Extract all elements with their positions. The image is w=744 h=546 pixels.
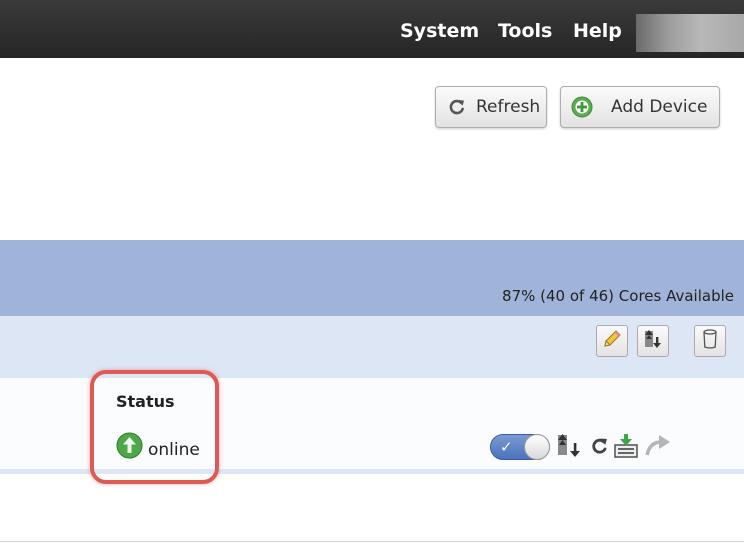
cores-available-text: 87% (40 of 46) Cores Available	[502, 287, 734, 305]
toggle-switch-icon[interactable]: ✓	[490, 434, 550, 460]
refresh-button[interactable]: Refresh	[435, 86, 547, 128]
add-device-button[interactable]: Add Device	[560, 86, 720, 128]
status-highlight-callout	[90, 370, 219, 484]
device-group-header: 87% (40 of 46) Cores Available	[0, 240, 744, 316]
top-menu-bar: System Tools Help	[0, 0, 744, 58]
pencil-icon	[601, 328, 623, 354]
reapply-icon[interactable]	[589, 433, 611, 463]
delete-button[interactable]	[694, 325, 726, 357]
upgrade-icon	[642, 328, 664, 354]
deploy-icon[interactable]	[612, 433, 640, 463]
upgrade-icon[interactable]	[556, 433, 584, 463]
menu-help[interactable]: Help	[573, 20, 622, 42]
menu-system[interactable]: System	[400, 20, 479, 42]
edit-button[interactable]	[596, 325, 628, 357]
add-device-label: Add Device	[611, 97, 708, 117]
menu-tools[interactable]: Tools	[498, 20, 552, 42]
toggle-knob	[524, 434, 550, 460]
plus-circle-icon	[571, 96, 593, 118]
trash-icon	[701, 328, 719, 354]
group-action-bar	[0, 316, 744, 378]
divider	[0, 541, 744, 542]
upgrade-button[interactable]	[637, 325, 669, 357]
user-menu[interactable]	[636, 14, 744, 52]
check-icon: ✓	[500, 438, 513, 456]
refresh-icon	[448, 98, 466, 116]
move-arrow-icon[interactable]	[644, 433, 672, 463]
refresh-label: Refresh	[476, 97, 541, 117]
